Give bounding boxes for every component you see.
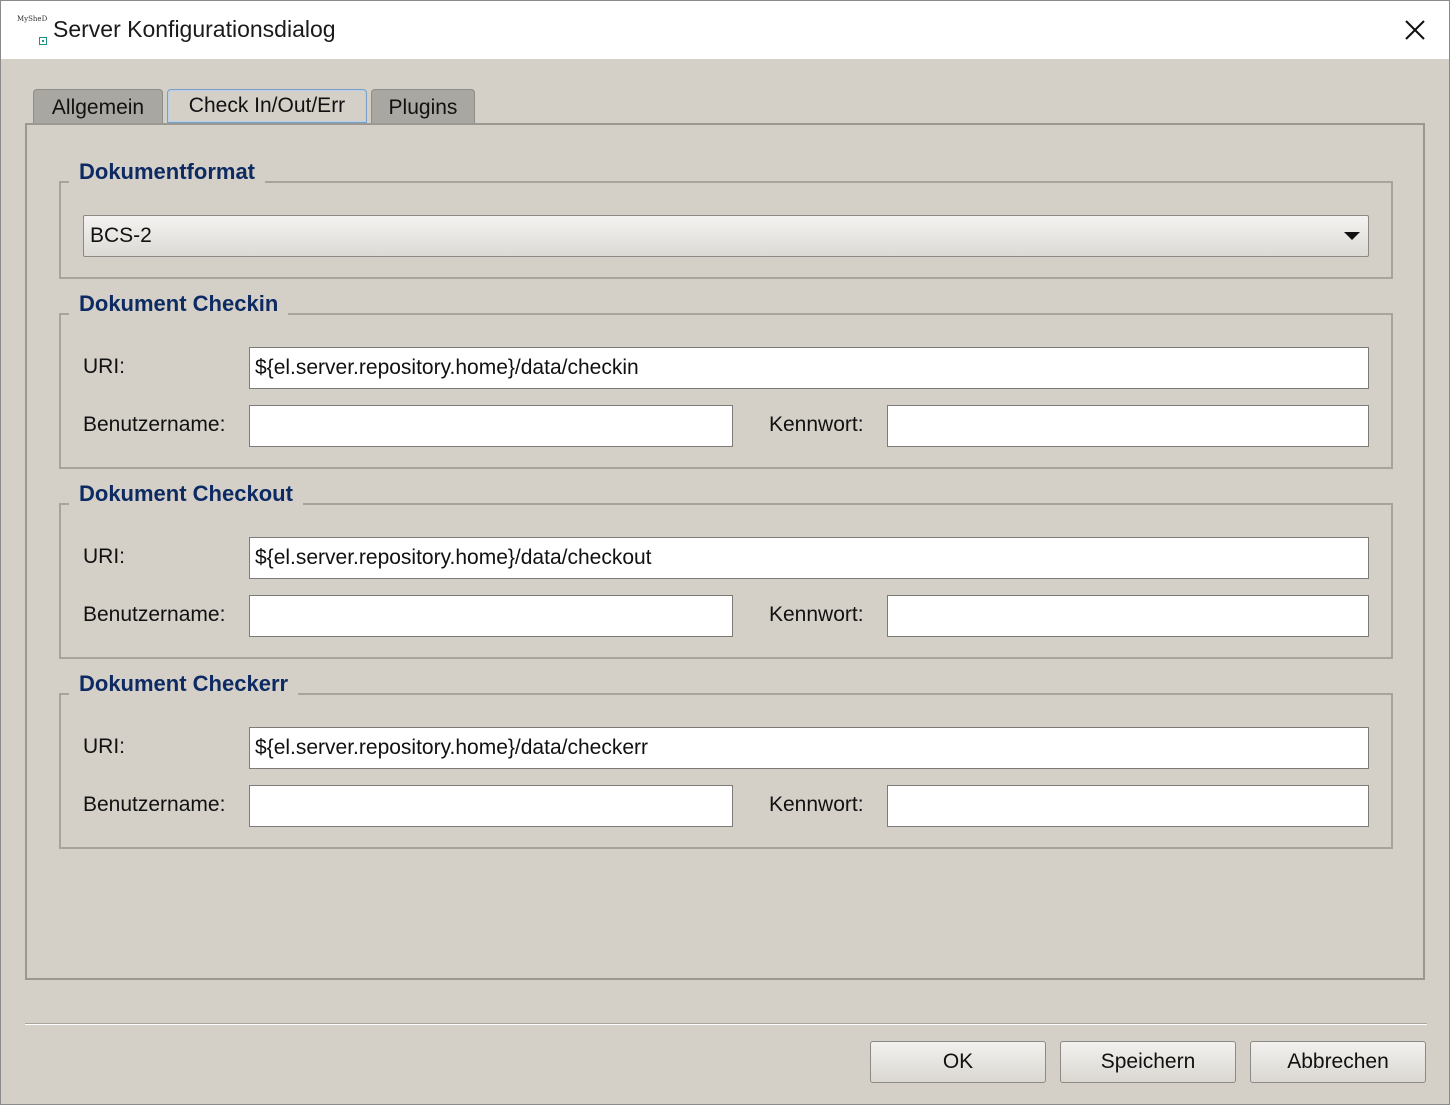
checkerr-username-label: Benutzername: [83, 793, 226, 816]
group-dokument-checkerr: Dokument Checkerr URI: Benutzername: Ken… [59, 671, 1393, 849]
checkerr-username-input[interactable] [249, 785, 733, 827]
checkin-uri-input[interactable] [249, 347, 1369, 389]
tab-check-in-out-err[interactable]: Check In/Out/Err [167, 89, 367, 123]
checkin-username-input[interactable] [249, 405, 733, 447]
close-icon [1405, 20, 1425, 40]
checkout-password-input[interactable] [887, 595, 1369, 637]
tab-allgemein[interactable]: Allgemein [33, 89, 163, 125]
footer-separator [25, 1023, 1427, 1025]
close-button[interactable] [1393, 9, 1437, 51]
checkerr-uri-label: URI: [83, 735, 125, 758]
group-dokument-checkout: Dokument Checkout URI: Benutzername: Ken… [59, 481, 1393, 659]
dialog-window: MySheD Server Konfigurationsdialog Allge… [0, 0, 1450, 1105]
title-bar: MySheD Server Konfigurationsdialog [1, 1, 1449, 59]
tab-plugins[interactable]: Plugins [371, 89, 475, 125]
app-icon: MySheD [17, 15, 49, 47]
checkin-password-input[interactable] [887, 405, 1369, 447]
checkin-username-label: Benutzername: [83, 413, 226, 436]
group-title-checkerr: Dokument Checkerr [69, 671, 299, 697]
checkerr-password-label: Kennwort: [769, 793, 864, 816]
save-button[interactable]: Speichern [1060, 1041, 1236, 1083]
dokumentformat-selected-value: BCS-2 [90, 224, 152, 247]
app-icon-text: MySheD [17, 15, 48, 23]
dokumentformat-select[interactable]: BCS-2 [83, 215, 1369, 257]
cancel-button[interactable]: Abbrechen [1250, 1041, 1426, 1083]
checkout-password-label: Kennwort: [769, 603, 864, 626]
checkout-username-input[interactable] [249, 595, 733, 637]
chevron-down-icon [1344, 232, 1360, 240]
checkin-uri-label: URI: [83, 355, 125, 378]
checkerr-uri-input[interactable] [249, 727, 1369, 769]
ok-button[interactable]: OK [870, 1041, 1046, 1083]
group-title-checkin: Dokument Checkin [69, 291, 289, 317]
checkout-uri-input[interactable] [249, 537, 1369, 579]
group-title-dokumentformat: Dokumentformat [69, 159, 266, 185]
checkout-username-label: Benutzername: [83, 603, 226, 626]
group-dokument-checkin: Dokument Checkin URI: Benutzername: Kenn… [59, 291, 1393, 469]
group-dokumentformat: Dokumentformat BCS-2 [59, 159, 1393, 279]
checkin-password-label: Kennwort: [769, 413, 864, 436]
checkout-uri-label: URI: [83, 545, 125, 568]
tab-panel-check-in-out-err: Dokumentformat BCS-2 Dokument Checkin UR… [25, 123, 1425, 980]
checkerr-password-input[interactable] [887, 785, 1369, 827]
window-title: Server Konfigurationsdialog [53, 16, 336, 42]
group-title-checkout: Dokument Checkout [69, 481, 303, 507]
